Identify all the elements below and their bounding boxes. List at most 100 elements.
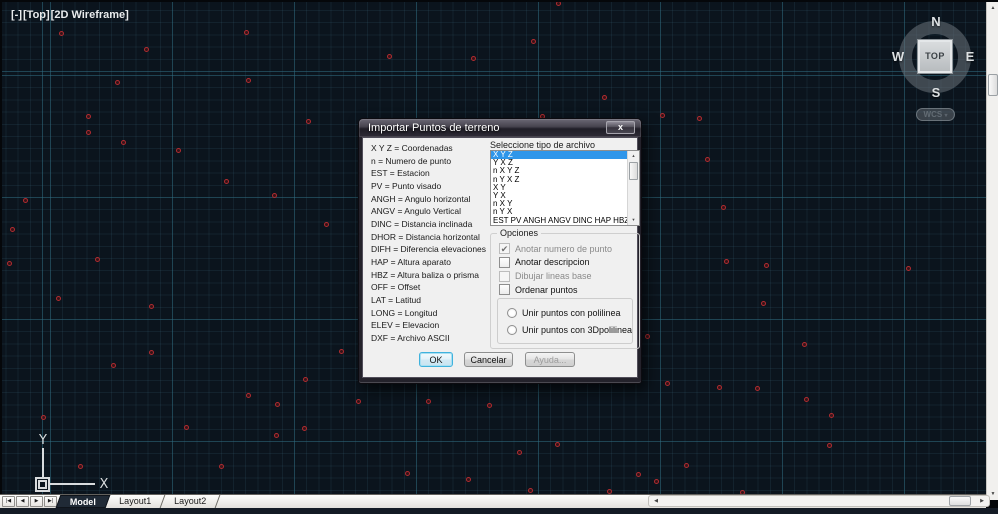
format-legend-row: EST = Estacion <box>371 168 489 181</box>
file-type-option[interactable]: n Y X Z <box>491 176 639 184</box>
survey-point <box>56 296 61 301</box>
survey-point <box>356 399 361 404</box>
horizontal-scrollbar[interactable]: ◀ ▶ <box>648 495 990 507</box>
tab-layout1[interactable]: Layout1 <box>106 495 166 508</box>
dialog-body: X Y Z = Coordenadasn = Numero de puntoES… <box>362 137 638 378</box>
tab-model[interactable]: Model <box>56 495 111 508</box>
survey-point <box>86 114 91 119</box>
close-icon[interactable]: x <box>606 121 635 134</box>
survey-point <box>184 425 189 430</box>
ucs-axis-icon: Y X <box>5 428 117 494</box>
cancelar-button[interactable]: Cancelar <box>464 352 513 367</box>
viewport-menu-control[interactable]: [-] <box>11 9 22 21</box>
viewcube-east[interactable]: E <box>963 49 977 64</box>
survey-point <box>339 349 344 354</box>
scroll-left-icon[interactable]: ◀ <box>650 496 662 506</box>
survey-point <box>10 227 15 232</box>
survey-point <box>303 377 308 382</box>
tab-navigation-buttons: |◀◀▶▶| <box>2 496 57 507</box>
wcs-dropdown[interactable]: WCS ▾ <box>916 108 955 121</box>
radio-row: Unir puntos con polilinea <box>507 307 621 319</box>
viewcube-top-face[interactable]: TOP <box>918 40 952 73</box>
last-tab-icon[interactable]: ▶| <box>44 496 57 507</box>
viewcube-north[interactable]: N <box>929 14 943 29</box>
viewcube-south[interactable]: S <box>929 85 943 100</box>
survey-point <box>517 450 522 455</box>
ayuda-button[interactable]: Ayuda... <box>525 352 575 367</box>
survey-point <box>906 266 911 271</box>
survey-point <box>802 342 807 347</box>
checkbox-row: Dibujar lineas base <box>499 270 592 283</box>
polyline-radio-groupbox: Unir puntos con polilineaUnir puntos con… <box>497 298 633 344</box>
scroll-right-icon[interactable]: ▶ <box>976 496 988 506</box>
file-type-option[interactable]: X Y <box>491 184 639 192</box>
survey-point <box>602 95 607 100</box>
survey-point <box>7 261 12 266</box>
survey-point <box>219 464 224 469</box>
checkbox-label: Ordenar puntos <box>515 285 578 295</box>
checkbox-label: Anotar numero de punto <box>515 244 612 254</box>
tab-label: Model <box>70 496 96 508</box>
viewport-view-control[interactable]: [Top] <box>23 9 50 21</box>
scroll-up-icon[interactable]: ▲ <box>628 151 639 161</box>
survey-point <box>531 39 536 44</box>
checkbox-label: Anotar descripcion <box>515 257 590 267</box>
file-type-listbox[interactable]: X Y ZY X Zn X Y Zn Y X ZX YY Xn X Yn Y X… <box>490 150 640 226</box>
first-tab-icon[interactable]: |◀ <box>2 496 15 507</box>
file-type-option[interactable]: Y X <box>491 192 639 200</box>
survey-point <box>487 403 492 408</box>
survey-point <box>829 413 834 418</box>
survey-point <box>761 301 766 306</box>
format-legend-row: LAT = Latitud <box>371 295 489 308</box>
format-legend-row: PV = Punto visado <box>371 181 489 194</box>
ucs-x-label: X <box>100 477 109 492</box>
checkbox[interactable] <box>499 257 510 268</box>
survey-point <box>556 2 561 6</box>
survey-point <box>144 47 149 52</box>
format-legend-row: DHOR = Distancia horizontal <box>371 232 489 245</box>
tab-layout2[interactable]: Layout2 <box>161 495 221 508</box>
survey-point <box>23 198 28 203</box>
checkbox[interactable] <box>499 284 510 295</box>
checkbox-row: Ordenar puntos <box>499 283 578 296</box>
survey-point <box>755 386 760 391</box>
ucs-y-label: Y <box>38 433 47 448</box>
next-tab-icon[interactable]: ▶ <box>30 496 43 507</box>
listbox-scrollbar[interactable]: ▲ ▼ <box>627 151 639 225</box>
checkbox-row: Anotar descripcion <box>499 256 590 269</box>
format-legend-row: ANGV = Angulo Vertical <box>371 206 489 219</box>
file-type-option[interactable]: n X Y <box>491 200 639 208</box>
horizontal-scrollbar-thumb[interactable] <box>949 496 971 506</box>
file-type-option[interactable]: X Y Z <box>491 151 639 159</box>
survey-point <box>705 157 710 162</box>
survey-point <box>149 304 154 309</box>
viewcube-west[interactable]: W <box>891 49 905 64</box>
prev-tab-icon[interactable]: ◀ <box>16 496 29 507</box>
radio-button[interactable] <box>507 325 517 335</box>
survey-point <box>636 472 641 477</box>
format-legend-row: X Y Z = Coordenadas <box>371 143 489 156</box>
checkbox[interactable] <box>499 271 510 282</box>
dialog-title-bar[interactable]: Importar Puntos de terreno x <box>359 119 641 137</box>
scroll-down-icon[interactable]: ▼ <box>628 215 639 225</box>
survey-point <box>246 393 251 398</box>
scroll-up-icon[interactable]: ▲ <box>987 2 998 14</box>
cad-application-window: [-][Top][2D Wireframe] N S W E TOP WCS ▾… <box>0 0 998 514</box>
survey-point <box>827 443 832 448</box>
checkbox[interactable]: ✔ <box>499 243 510 254</box>
radio-button[interactable] <box>507 308 517 318</box>
survey-point <box>721 205 726 210</box>
command-area-strip <box>0 508 998 514</box>
survey-point <box>95 257 100 262</box>
ok-button[interactable]: OK <box>419 352 453 367</box>
dialog-title: Importar Puntos de terreno <box>368 122 499 134</box>
survey-point <box>111 363 116 368</box>
listbox-scrollbar-thumb[interactable] <box>629 162 638 180</box>
format-legend-row: LONG = Longitud <box>371 308 489 321</box>
survey-point <box>405 471 410 476</box>
vertical-scrollbar[interactable]: ▲ ▼ <box>986 2 998 500</box>
viewport-visual-style-control[interactable]: [2D Wireframe] <box>51 9 129 21</box>
file-type-option[interactable]: EST PV ANGH ANGV DINC HAP HBZ <box>491 217 639 225</box>
vertical-scrollbar-thumb[interactable] <box>988 74 998 96</box>
survey-point <box>275 402 280 407</box>
